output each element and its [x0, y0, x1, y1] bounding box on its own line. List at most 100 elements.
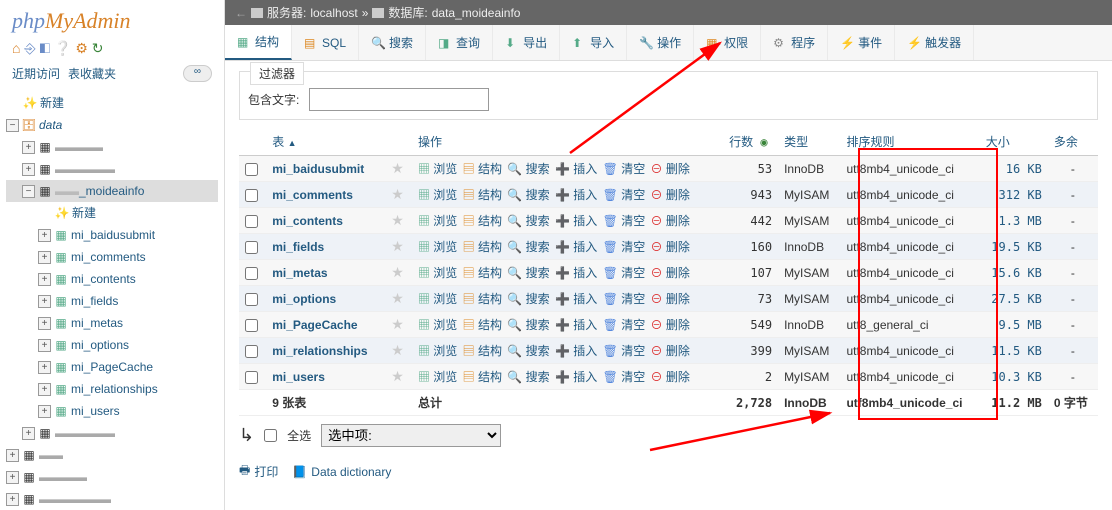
tree-db-moidea[interactable]: −▦▬▬_moideainfo	[6, 180, 218, 202]
insert-link[interactable]: ➕ 插入	[555, 214, 597, 228]
table-name-link[interactable]: mi_options	[272, 292, 336, 306]
table-name-link[interactable]: mi_fields	[272, 240, 324, 254]
insert-link[interactable]: ➕ 插入	[555, 344, 597, 358]
search-link[interactable]: 🔍 搜索	[507, 370, 549, 384]
tree-hidden-1[interactable]: +▦▬▬▬▬	[6, 136, 218, 158]
structure-link[interactable]: ▤ 结构	[463, 240, 502, 254]
browse-link[interactable]: ▦ 浏览	[418, 188, 457, 202]
reload-icon[interactable]: ↻	[92, 40, 104, 56]
tab-8[interactable]: ⚙程序	[761, 25, 828, 60]
search-link[interactable]: 🔍 搜索	[507, 162, 549, 176]
row-check[interactable]	[245, 371, 258, 384]
structure-link[interactable]: ▤ 结构	[463, 318, 502, 332]
structure-link[interactable]: ▤ 结构	[463, 292, 502, 306]
filter-input[interactable]	[309, 88, 489, 111]
structure-link[interactable]: ▤ 结构	[463, 214, 502, 228]
row-check[interactable]	[245, 163, 258, 176]
browse-link[interactable]: ▦ 浏览	[418, 214, 457, 228]
data-dictionary-link[interactable]: 📘Data dictionary	[292, 461, 391, 482]
tab-4[interactable]: ⬇导出	[493, 25, 560, 60]
home-icon[interactable]: ⌂	[12, 40, 20, 56]
drop-link[interactable]: ⊖ 删除	[651, 214, 690, 228]
structure-link[interactable]: ▤ 结构	[463, 266, 502, 280]
insert-link[interactable]: ➕ 插入	[555, 162, 597, 176]
breadcrumb-server[interactable]: localhost	[310, 6, 357, 20]
table-name-link[interactable]: mi_contents	[272, 214, 343, 228]
tree-hidden-3[interactable]: +▦▬▬▬▬▬	[6, 422, 218, 444]
insert-link[interactable]: ➕ 插入	[555, 370, 597, 384]
tab-2[interactable]: 🔍搜索	[359, 25, 426, 60]
col-type[interactable]: 类型	[778, 128, 840, 156]
tree-hidden-5[interactable]: +▦▬▬▬▬	[6, 466, 218, 488]
check-all-label[interactable]: 全选	[287, 427, 311, 444]
row-check[interactable]	[245, 189, 258, 202]
star-icon[interactable]: ★	[391, 316, 404, 332]
collapse-button[interactable]: ∞	[183, 65, 212, 82]
info-icon[interactable]: ◉	[760, 135, 767, 149]
settings-icon[interactable]: ⚙	[75, 40, 88, 56]
star-icon[interactable]: ★	[391, 160, 404, 176]
tab-6[interactable]: 🔧操作	[627, 25, 694, 60]
table-name-link[interactable]: mi_metas	[272, 266, 327, 280]
tree-hidden-2[interactable]: +▦▬▬▬▬▬	[6, 158, 218, 180]
structure-link[interactable]: ▤ 结构	[463, 344, 502, 358]
print-link[interactable]: 🖶打印	[239, 461, 278, 482]
tree-table[interactable]: +▦mi_users	[6, 400, 218, 422]
row-check[interactable]	[245, 293, 258, 306]
with-selected[interactable]: 选中项:	[321, 424, 501, 447]
empty-link[interactable]: 🗑 清空	[603, 266, 646, 280]
empty-link[interactable]: 🗑 清空	[603, 370, 646, 384]
tab-1[interactable]: ▤SQL	[292, 25, 359, 60]
drop-link[interactable]: ⊖ 删除	[651, 266, 690, 280]
tree-table[interactable]: +▦mi_comments	[6, 246, 218, 268]
breadcrumb-db[interactable]: data_moideainfo	[432, 6, 521, 20]
tree-hidden-6[interactable]: +▦▬▬▬▬▬▬	[6, 488, 218, 510]
tree-db-data[interactable]: −🗄data	[6, 114, 218, 136]
tree-table[interactable]: +▦mi_metas	[6, 312, 218, 334]
browse-link[interactable]: ▦ 浏览	[418, 344, 457, 358]
row-check[interactable]	[245, 267, 258, 280]
row-check[interactable]	[245, 345, 258, 358]
star-icon[interactable]: ★	[391, 212, 404, 228]
browse-link[interactable]: ▦ 浏览	[418, 370, 457, 384]
drop-link[interactable]: ⊖ 删除	[651, 344, 690, 358]
search-link[interactable]: 🔍 搜索	[507, 266, 549, 280]
col-rows[interactable]: 行数 ◉	[723, 128, 778, 156]
search-link[interactable]: 🔍 搜索	[507, 214, 549, 228]
drop-link[interactable]: ⊖ 删除	[651, 162, 690, 176]
tree-table[interactable]: +▦mi_fields	[6, 290, 218, 312]
nav-left-icon[interactable]: ←	[235, 6, 247, 20]
logout-icon[interactable]: ⎆	[24, 40, 35, 56]
row-check[interactable]	[245, 215, 258, 228]
tree-new-db[interactable]: ✨新建	[6, 92, 218, 114]
star-icon[interactable]: ★	[391, 238, 404, 254]
tab-7[interactable]: ▦权限	[694, 25, 761, 60]
col-size[interactable]: 大小	[980, 128, 1048, 156]
docs-icon[interactable]: ❔	[54, 40, 71, 56]
table-name-link[interactable]: mi_comments	[272, 188, 353, 202]
browse-link[interactable]: ▦ 浏览	[418, 266, 457, 280]
tree-table[interactable]: +▦mi_options	[6, 334, 218, 356]
col-collation[interactable]: 排序规则	[840, 128, 979, 156]
search-link[interactable]: 🔍 搜索	[507, 188, 549, 202]
tree-table[interactable]: +▦mi_relationships	[6, 378, 218, 400]
tree-table[interactable]: +▦mi_PageCache	[6, 356, 218, 378]
table-name-link[interactable]: mi_PageCache	[272, 318, 357, 332]
star-icon[interactable]: ★	[391, 368, 404, 384]
browse-link[interactable]: ▦ 浏览	[418, 240, 457, 254]
tree-new-table[interactable]: ✨新建	[6, 202, 218, 224]
col-overhead[interactable]: 多余	[1048, 128, 1098, 156]
insert-link[interactable]: ➕ 插入	[555, 266, 597, 280]
insert-link[interactable]: ➕ 插入	[555, 188, 597, 202]
tab-0[interactable]: ▦结构	[225, 25, 292, 60]
empty-link[interactable]: 🗑 清空	[603, 240, 646, 254]
search-link[interactable]: 🔍 搜索	[507, 292, 549, 306]
drop-link[interactable]: ⊖ 删除	[651, 318, 690, 332]
tab-favorites[interactable]: 表收藏夹	[68, 65, 116, 82]
drop-link[interactable]: ⊖ 删除	[651, 370, 690, 384]
empty-link[interactable]: 🗑 清空	[603, 214, 646, 228]
tree-table[interactable]: +▦mi_baidusubmit	[6, 224, 218, 246]
browse-link[interactable]: ▦ 浏览	[418, 292, 457, 306]
tab-5[interactable]: ⬆导入	[560, 25, 627, 60]
table-name-link[interactable]: mi_users	[272, 370, 325, 384]
